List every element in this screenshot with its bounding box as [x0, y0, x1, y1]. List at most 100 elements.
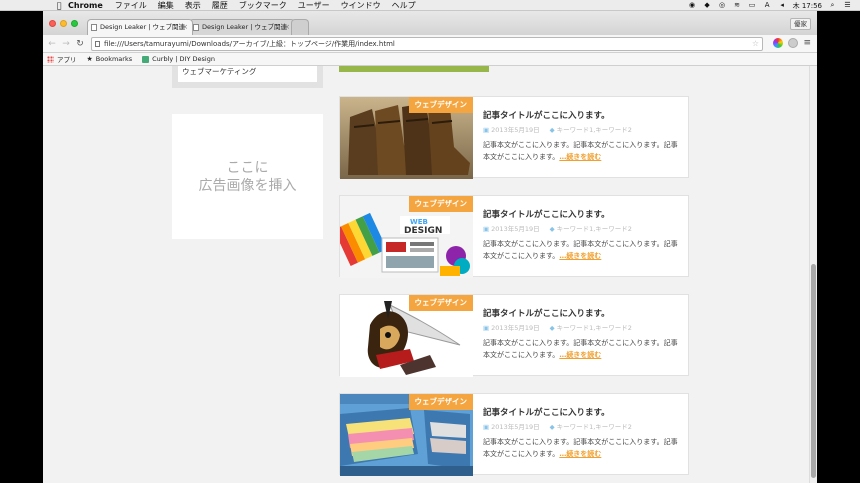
article-title[interactable]: 記事タイトルがここに入ります。	[483, 109, 610, 121]
article-keywords[interactable]: キーワード1,キーワード2	[557, 324, 632, 332]
tag-icon: ◆	[549, 423, 555, 431]
extension-icon[interactable]	[788, 38, 799, 48]
article-thumbnail-boots[interactable]: ウェブデザイン	[340, 97, 473, 179]
status-eye-icon[interactable]: ◉	[688, 2, 697, 9]
bookmark-bookmarks[interactable]: ★ Bookmarks	[87, 55, 133, 63]
category-badge[interactable]: ウェブデザイン	[408, 394, 473, 410]
category-badge[interactable]: ウェブデザイン	[408, 295, 473, 311]
menu-help[interactable]: ヘルプ	[392, 0, 416, 11]
new-tab-button[interactable]	[291, 19, 309, 35]
article-excerpt: 記事本文がここに入ります。記事本文がここに入ります。記事本文がここに入ります。……	[483, 141, 678, 161]
article-date: 2013年5月19日	[491, 126, 540, 134]
read-more-link[interactable]: …続きを読む	[559, 252, 601, 260]
tag-icon: ◆	[549, 126, 555, 134]
article-keywords[interactable]: キーワード1,キーワード2	[557, 423, 632, 431]
menu-bookmarks[interactable]: ブックマーク	[239, 0, 287, 11]
article-card[interactable]: ウェブデザイン 記事タイトルがここに入ります。 ▣ 2013年5月19日 ◆ キーワ…	[339, 96, 689, 179]
minimize-window-button[interactable]	[60, 20, 67, 27]
tag-icon: ◆	[549, 324, 555, 332]
scrollbar-thumb[interactable]	[811, 264, 816, 478]
read-more-link[interactable]: …続きを読む	[559, 153, 601, 161]
calendar-icon: ▣	[483, 423, 490, 431]
article-card[interactable]: WEB DESIGN ウェブデザイン 記事タイトルがここに入ります。 ▣ 2013…	[339, 195, 689, 278]
article-card[interactable]: ウェブデザイン 記事タイトルがここに入ります。 ▣ 2013年5月19日 ◆ キーワ…	[339, 294, 689, 377]
menu-window[interactable]: ウインドウ	[341, 0, 381, 11]
article-keywords[interactable]: キーワード1,キーワード2	[557, 225, 632, 233]
color-extension-icon[interactable]	[773, 38, 784, 48]
article-title[interactable]: 記事タイトルがここに入ります。	[483, 406, 610, 418]
spotlight-search-icon[interactable]: ⌕	[828, 2, 837, 9]
address-bar[interactable]: file:///Users/tamurayumi/Downloads/アーカイブ…	[91, 37, 763, 51]
article-thumbnail-web-design[interactable]: WEB DESIGN ウェブデザイン	[340, 196, 473, 278]
article-meta: ▣ 2013年5月19日 ◆ キーワード1,キーワード2	[483, 421, 632, 431]
category-badge[interactable]: ウェブデザイン	[408, 97, 473, 113]
zoom-window-button[interactable]	[71, 20, 78, 27]
article-excerpt: 記事本文がここに入ります。記事本文がここに入ります。記事本文がここに入ります。……	[483, 438, 678, 458]
article-title[interactable]: 記事タイトルがここに入ります。	[483, 208, 610, 220]
article-meta: ▣ 2013年5月19日 ◆ キーワード1,キーワード2	[483, 223, 632, 233]
url-text: file:///Users/tamurayumi/Downloads/アーカイブ…	[104, 40, 395, 48]
article-keywords[interactable]: キーワード1,キーワード2	[557, 126, 632, 134]
browser-toolbar: ← → ↻ file:///Users/tamurayumi/Downloads…	[43, 35, 817, 53]
tab-design-leaker-2[interactable]: Design Leaker | ウェブ関連 ×	[189, 19, 295, 35]
menu-file[interactable]: ファイル	[115, 0, 147, 11]
browser-window: Design Leaker | ウェブ関連 × Design Leaker | …	[43, 11, 817, 483]
sidebar-item-web-marketing[interactable]: ウェブマーケティング	[178, 66, 317, 82]
menu-user[interactable]: ユーザー	[298, 0, 330, 11]
article-meta: ▣ 2013年5月19日 ◆ キーワード1,キーワード2	[483, 322, 632, 332]
status-dropbox-icon[interactable]: ◆	[703, 2, 712, 9]
status-record-icon[interactable]: ◎	[718, 2, 727, 9]
article-title[interactable]: 記事タイトルがここに入ります。	[483, 307, 610, 319]
chrome-menu-icon[interactable]: ≡	[803, 38, 811, 48]
calendar-icon: ▣	[483, 126, 490, 134]
previous-card-strip	[339, 66, 489, 72]
reload-icon[interactable]: ↻	[75, 39, 85, 49]
read-more-link[interactable]: …続きを読む	[559, 351, 601, 359]
article-thumbnail-samurai[interactable]: ウェブデザイン	[340, 295, 473, 377]
tab-strip: Design Leaker | ウェブ関連 × Design Leaker | …	[43, 11, 817, 35]
article-thumbnail-file-drawers[interactable]: ウェブデザイン	[340, 394, 473, 476]
menu-history[interactable]: 履歴	[212, 0, 228, 11]
article-date: 2013年5月19日	[491, 225, 540, 233]
read-more-link[interactable]: …続きを読む	[559, 450, 601, 458]
app-menu[interactable]: Chrome	[68, 1, 103, 10]
close-tab-icon[interactable]: ×	[182, 20, 188, 35]
calendar-icon: ▣	[483, 225, 490, 233]
article-excerpt: 記事本文がここに入ります。記事本文がここに入ります。記事本文がここに入ります。……	[483, 339, 678, 359]
ad-placeholder: ここに 広告画像を挿入	[172, 114, 323, 239]
article-card[interactable]: ウェブデザイン 記事タイトルがここに入ります。 ▣ 2013年5月19日 ◆ キーワ…	[339, 393, 689, 476]
menu-edit[interactable]: 編集	[158, 0, 174, 11]
profile-button[interactable]: 優家	[790, 18, 811, 30]
ad-text-line2: 広告画像を挿入	[198, 177, 297, 194]
bookmarks-bar: アプリ ★ Bookmarks Curbly | DIY Design	[43, 53, 817, 66]
bookmark-apps[interactable]: アプリ	[47, 54, 77, 64]
bookmark-curbly[interactable]: Curbly | DIY Design	[142, 55, 215, 63]
battery-icon[interactable]: ▭	[748, 2, 757, 9]
notification-center-icon[interactable]: ☰	[843, 2, 852, 9]
apple-menu-icon[interactable]: 	[50, 1, 68, 10]
svg-text:DESIGN: DESIGN	[404, 226, 442, 236]
tab-title: Design Leaker | ウェブ関連	[202, 23, 288, 31]
ad-text-line1: ここに	[226, 159, 269, 176]
page-icon	[91, 24, 97, 31]
curbly-favicon	[142, 55, 150, 63]
bookmark-star-icon[interactable]: ☆	[752, 38, 759, 50]
tab-design-leaker-1[interactable]: Design Leaker | ウェブ関連 ×	[87, 19, 193, 35]
back-arrow-icon[interactable]: ←	[47, 39, 57, 49]
menu-view[interactable]: 表示	[185, 0, 201, 11]
file-icon	[95, 41, 100, 47]
star-icon: ★	[86, 55, 93, 63]
article-date: 2013年5月19日	[491, 324, 540, 332]
tag-icon: ◆	[549, 225, 555, 233]
close-window-button[interactable]	[49, 20, 56, 27]
wifi-icon[interactable]: ≋	[733, 2, 742, 9]
forward-arrow-icon[interactable]: →	[61, 39, 71, 49]
page-scrollbar[interactable]	[809, 66, 817, 483]
volume-icon[interactable]: ◂	[778, 2, 787, 9]
category-badge[interactable]: ウェブデザイン	[408, 196, 473, 212]
clock[interactable]: 木 17:56	[793, 1, 822, 11]
close-tab-icon[interactable]: ×	[284, 20, 290, 35]
os-menubar:  Chrome ファイル 編集 表示 履歴 ブックマーク ユーザー ウインドウ…	[0, 0, 860, 11]
input-mode-indicator[interactable]: A	[763, 2, 772, 9]
article-excerpt: 記事本文がここに入ります。記事本文がここに入ります。記事本文がここに入ります。……	[483, 240, 678, 260]
